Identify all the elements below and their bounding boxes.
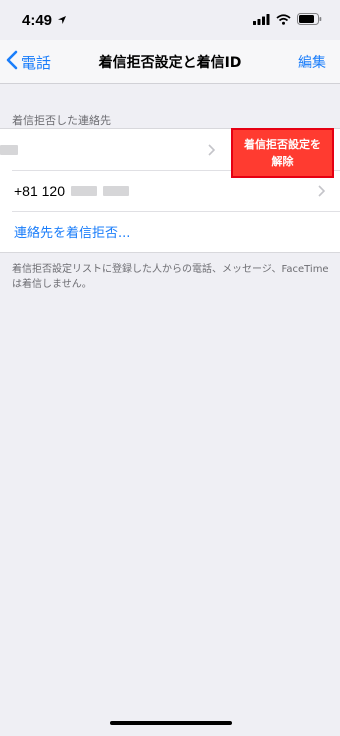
wifi-icon bbox=[276, 12, 291, 29]
footer-note: 着信拒否設定リストに登録した人からの電話、メッセージ、FaceTimeは着信しま… bbox=[12, 264, 329, 290]
status-left: 4:49 bbox=[22, 12, 67, 29]
chevron-right-icon bbox=[208, 129, 215, 170]
edit-button[interactable]: 編集 bbox=[298, 40, 326, 84]
redacted-block bbox=[71, 185, 97, 196]
add-blocked-contact-link[interactable]: 連絡先を着信拒否... bbox=[14, 211, 130, 252]
status-bar: 4:49 bbox=[0, 0, 340, 40]
blocked-contact-redacted bbox=[0, 129, 18, 170]
location-arrow-icon bbox=[57, 12, 67, 29]
status-time: 4:49 bbox=[22, 11, 53, 29]
blocked-contact-number-text: +81 120 bbox=[14, 182, 65, 199]
redacted-block bbox=[0, 144, 18, 155]
signal-icon bbox=[253, 12, 270, 29]
blocked-contact-number: +81 120 bbox=[14, 170, 129, 211]
home-indicator[interactable] bbox=[110, 721, 232, 725]
unblock-button[interactable]: 着信拒否設定を解除 bbox=[231, 128, 334, 178]
navigation-bar: 電話 着信拒否設定と着信ID 編集 bbox=[0, 40, 340, 84]
battery-icon bbox=[297, 12, 322, 29]
page-title: 着信拒否設定と着信ID bbox=[98, 55, 242, 71]
add-blocked-contact-row[interactable]: 連絡先を着信拒否... bbox=[0, 211, 340, 252]
section-header: 着信拒否した連絡先 bbox=[12, 114, 111, 127]
status-right bbox=[253, 12, 322, 29]
redacted-block bbox=[103, 185, 129, 196]
